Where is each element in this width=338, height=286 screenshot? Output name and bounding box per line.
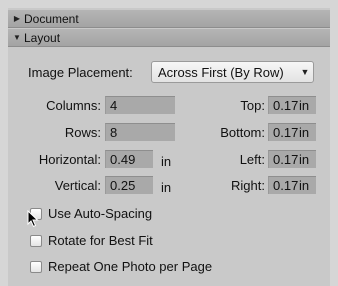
repeat-photo-checkbox[interactable]: Repeat One Photo per Page bbox=[30, 259, 212, 274]
bottom-label: Bottom: bbox=[220, 125, 265, 140]
rows-field[interactable]: 8 bbox=[105, 123, 175, 141]
left-unit: in bbox=[299, 152, 310, 167]
repeat-photo-box[interactable] bbox=[30, 260, 42, 273]
section-header-document[interactable]: ▶ Document bbox=[8, 10, 330, 28]
rotate-best-fit-checkbox[interactable]: Rotate for Best Fit bbox=[30, 233, 153, 248]
rotate-best-fit-box[interactable] bbox=[30, 234, 42, 247]
vertical-label: Vertical: bbox=[54, 178, 101, 193]
image-placement-label: Image Placement: bbox=[28, 65, 133, 80]
image-placement-dropdown[interactable]: Across First (By Row) ▼ bbox=[151, 61, 314, 83]
columns-field[interactable]: 4 bbox=[105, 96, 175, 114]
vertical-unit: in bbox=[161, 180, 172, 195]
bottom-unit: in bbox=[299, 125, 310, 140]
auto-spacing-label: Use Auto-Spacing bbox=[48, 206, 153, 221]
left-label: Left: bbox=[239, 152, 265, 167]
columns-label: Columns: bbox=[46, 98, 101, 113]
top-unit: in bbox=[299, 98, 310, 113]
dropdown-arrow-icon: ▼ bbox=[300, 67, 310, 77]
right-label: Right: bbox=[231, 178, 265, 193]
disclosure-collapsed-icon[interactable]: ▶ bbox=[10, 14, 24, 23]
horizontal-field[interactable]: 0.49 bbox=[105, 150, 153, 168]
horizontal-label: Horizontal: bbox=[38, 152, 101, 167]
right-unit: in bbox=[299, 178, 310, 193]
image-placement-value: Across First (By Row) bbox=[158, 64, 284, 80]
disclosure-expanded-icon[interactable]: ▼ bbox=[10, 33, 24, 42]
rows-label: Rows: bbox=[64, 125, 101, 140]
section-header-layout[interactable]: ▼ Layout bbox=[8, 29, 330, 47]
vertical-field[interactable]: 0.25 bbox=[105, 176, 153, 194]
mouse-pointer-icon bbox=[27, 210, 39, 228]
section-title-document: Document bbox=[24, 11, 79, 26]
repeat-photo-label: Repeat One Photo per Page bbox=[48, 259, 213, 274]
rotate-best-fit-label: Rotate for Best Fit bbox=[48, 233, 153, 248]
section-title-layout: Layout bbox=[24, 30, 61, 45]
horizontal-unit: in bbox=[161, 154, 172, 169]
top-label: Top: bbox=[240, 98, 265, 113]
auto-spacing-checkbox[interactable]: Use Auto-Spacing bbox=[30, 206, 152, 221]
